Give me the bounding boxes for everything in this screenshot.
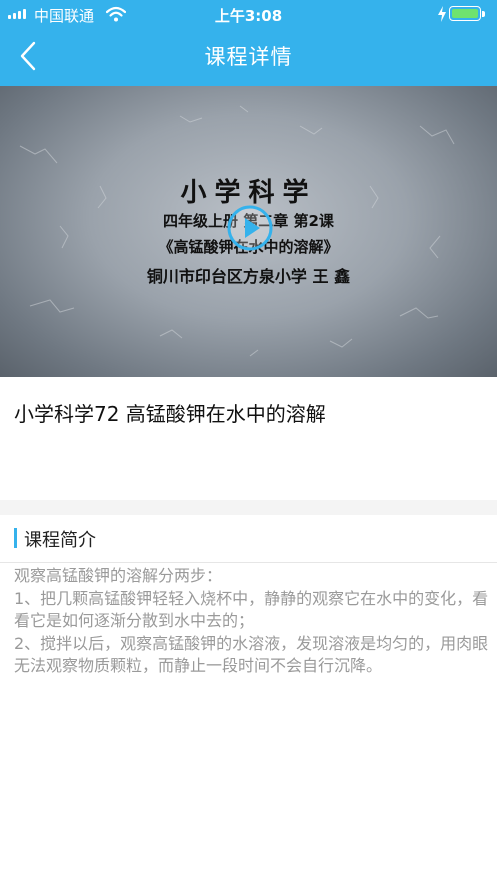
section-divider <box>0 500 497 515</box>
intro-paragraph: 1、把几颗高锰酸钾轻轻入烧杯中，静静的观察它在水中的变化，看看它是如何逐渐分散到… <box>14 588 489 631</box>
divider <box>0 562 497 563</box>
play-icon[interactable] <box>227 205 273 251</box>
battery-cap <box>482 11 485 17</box>
course-title: 小学科学72 高锰酸钾在水中的溶解 <box>14 402 326 426</box>
video-player[interactable]: 小学科学 四年级上册 第二章 第2课 《高锰酸钾在水中的溶解》 铜川市印台区方泉… <box>0 86 497 377</box>
intro-paragraph: 观察高锰酸钾的溶解分两步： <box>14 566 223 585</box>
section-accent-bar <box>14 528 17 548</box>
video-title: 小学科学 <box>180 178 317 208</box>
page-title: 课程详情 <box>204 45 293 69</box>
header: 中国联通 上午3:08 课程详情 <box>0 0 497 86</box>
status-bar: 中国联通 上午3:08 <box>0 0 497 28</box>
charging-icon <box>438 6 446 22</box>
video-subtitle-school: 铜川市印台区方泉小学 王 鑫 <box>146 267 351 286</box>
status-time: 上午3:08 <box>214 7 283 25</box>
battery-icon <box>449 6 481 21</box>
intro-paragraph: 2、搅拌以后，观察高锰酸钾的水溶液，发现溶液是均匀的，用肉眼无法观察物质颗粒，而… <box>14 633 489 676</box>
course-intro: 观察高锰酸钾的溶解分两步： 1、把几颗高锰酸钾轻轻入烧杯中，静静的观察它在水中的… <box>14 565 489 678</box>
intro-heading: 课程简介 <box>24 530 96 551</box>
